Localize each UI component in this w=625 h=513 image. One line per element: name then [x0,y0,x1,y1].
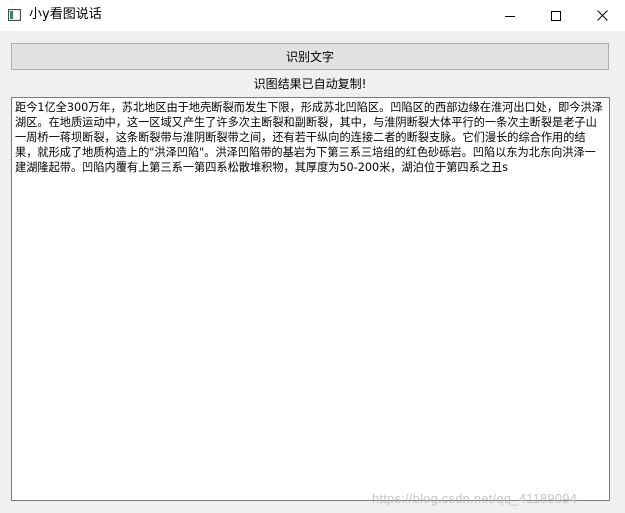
close-button[interactable] [579,0,625,31]
title-bar[interactable]: 小y看图说话 [0,0,625,31]
minimize-button[interactable] [487,0,533,31]
app-window: 小y看图说话 识别文字 识图结果已自动复制! 距今1亿全300万年，苏北地区由于… [0,0,625,513]
maximize-button[interactable] [533,0,579,31]
close-icon [596,10,608,21]
window-title: 小y看图说话 [29,7,102,22]
maximize-icon [551,10,561,21]
app-window-icon [8,9,21,21]
recognize-text-button[interactable]: 识别文字 [11,43,609,70]
watermark: https://blog.csdn.net/qq_41189094 [372,491,578,506]
status-message: 识图结果已自动复制! [253,77,367,91]
result-text-area[interactable]: 距今1亿全300万年，苏北地区由于地壳断裂而发生下限，形成苏北凹陷区。凹陷区的西… [11,97,610,501]
minimize-icon [505,15,515,17]
